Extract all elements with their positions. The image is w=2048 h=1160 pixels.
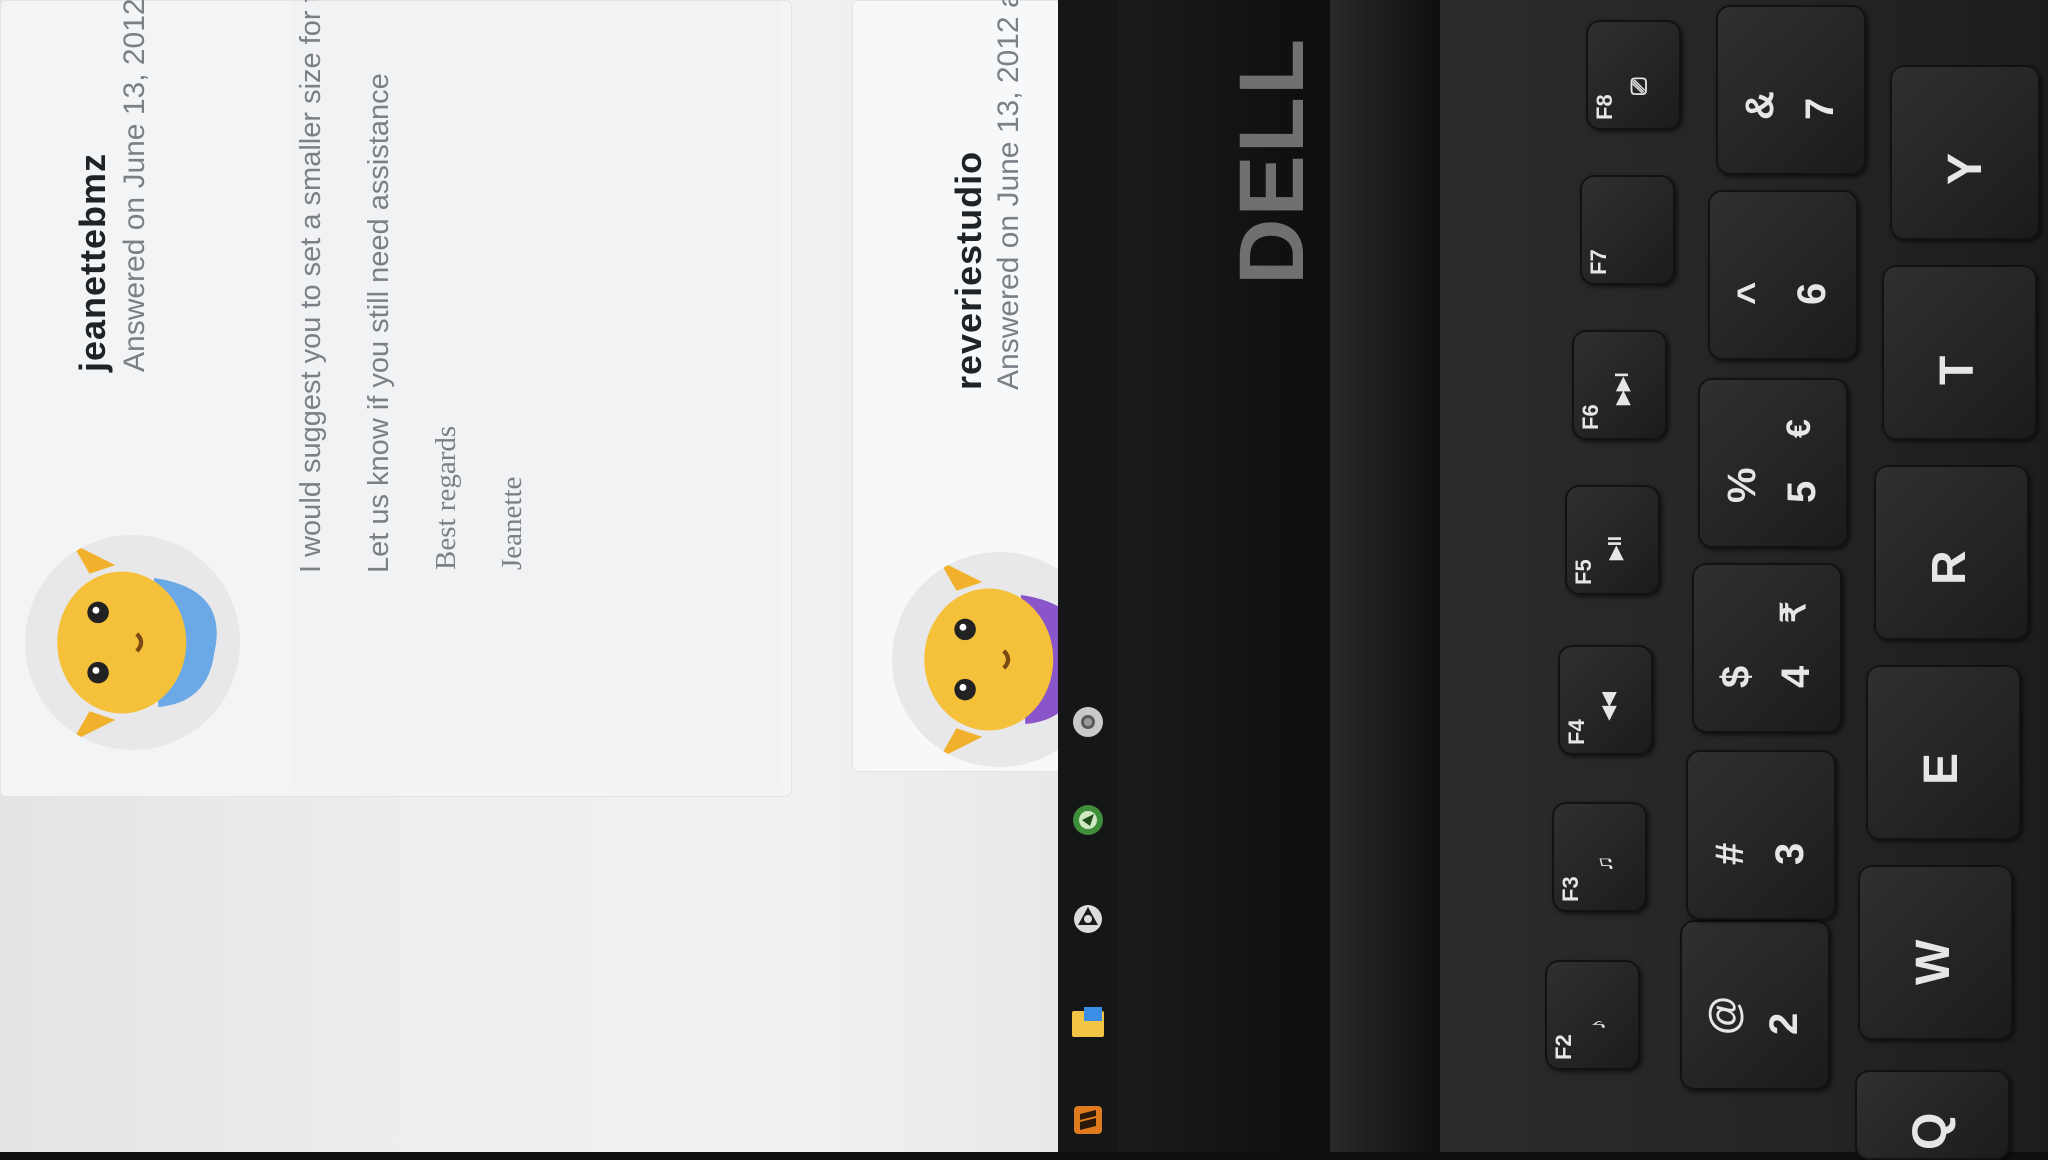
play-pause-icon: ▶II: [1605, 536, 1625, 560]
next-track-icon: ▶▶I: [1612, 372, 1632, 405]
key-f2[interactable]: F2 ♪: [1545, 960, 1640, 1070]
answer-username[interactable]: jeanettebmz: [72, 153, 114, 372]
laptop-keyboard: F2 ♪ F3 ♫ F4 ◀◀ F5 ▶II F6 ▶▶I F7 F8 ⎚ @ …: [1450, 0, 2048, 1160]
key-4[interactable]: $ 4 ₹: [1692, 563, 1842, 733]
user-avatar[interactable]: [25, 535, 240, 750]
answer-username[interactable]: reveriestudio: [948, 151, 990, 390]
key-f3[interactable]: F3 ♫: [1552, 802, 1647, 912]
key-e[interactable]: E: [1866, 665, 2021, 840]
key-f6[interactable]: F6 ▶▶I: [1572, 330, 1667, 440]
key-7[interactable]: & 7: [1716, 5, 1866, 175]
answer-body-line: Best regards: [430, 425, 462, 570]
chrome-icon[interactable]: [1068, 702, 1108, 742]
key-f4[interactable]: F4 ◀◀: [1558, 645, 1653, 755]
key-f7[interactable]: F7: [1580, 175, 1675, 285]
key-t[interactable]: T: [1882, 265, 2037, 440]
cat-avatar-icon: [25, 535, 240, 750]
dell-logo: DELL: [1221, 36, 1323, 285]
answer-body-line: Let us know if you still need assistance: [363, 73, 395, 573]
answer-signature: Jeanette: [496, 476, 528, 570]
volume-icon: ♫: [1592, 855, 1617, 873]
bezel-hinge-area: [1330, 0, 1450, 1152]
answer-timestamp: Answered on June 13, 2012 at 08:47 PM: [992, 0, 1025, 390]
key-f5[interactable]: F5 ▶II: [1565, 485, 1660, 595]
key-5[interactable]: % 5 €: [1698, 378, 1848, 548]
volume-mute-icon: ♪: [1585, 1019, 1610, 1030]
key-q[interactable]: Q: [1855, 1070, 2010, 1160]
key-y[interactable]: Y: [1890, 65, 2040, 240]
previous-track-icon: ◀◀: [1598, 692, 1618, 720]
answer-body-line: I would suggest you to set a smaller siz…: [295, 0, 327, 573]
rupee-symbol: ₹: [1775, 601, 1813, 623]
display-switch-icon: ⎚: [1626, 77, 1651, 95]
browser-screen: jeanettebmz Answered on June 13, 2012 at…: [0, 0, 1058, 1152]
key-f8[interactable]: F8 ⎚: [1586, 20, 1681, 130]
key-3[interactable]: # 3: [1686, 750, 1836, 920]
euro-symbol: €: [1780, 419, 1818, 438]
key-w[interactable]: W: [1858, 865, 2013, 1040]
key-6[interactable]: ^ 6: [1708, 190, 1858, 360]
sublime-icon[interactable]: [1068, 1100, 1108, 1140]
key-2[interactable]: @ 2: [1680, 920, 1830, 1090]
android-studio-icon[interactable]: [1068, 800, 1108, 840]
answer-timestamp: Answered on June 13, 2012 at 08: [118, 0, 151, 372]
hinge-edge: [1440, 0, 1450, 1152]
taskbar: [1058, 0, 1118, 1152]
key-r[interactable]: R: [1874, 465, 2029, 640]
file-explorer-icon[interactable]: [1068, 1003, 1108, 1043]
unity-icon[interactable]: [1068, 899, 1108, 939]
